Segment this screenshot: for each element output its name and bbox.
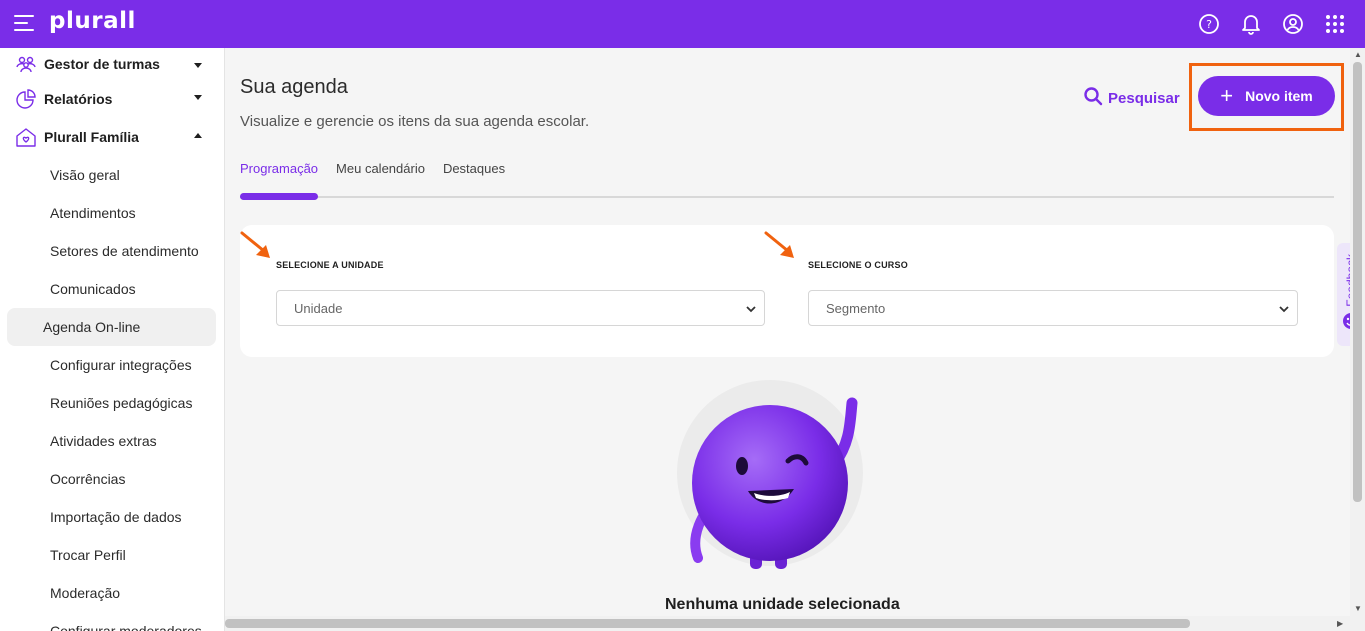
horizontal-scroll-thumb[interactable] bbox=[225, 619, 1190, 628]
bell-icon[interactable] bbox=[1239, 12, 1263, 36]
horizontal-scrollbar[interactable]: ▶ bbox=[225, 616, 1365, 631]
app-logo[interactable]: plurall bbox=[49, 8, 136, 34]
scroll-up-icon[interactable]: ▲ bbox=[1354, 50, 1362, 59]
tabs: Programação Meu calendário Destaques bbox=[240, 161, 505, 176]
empty-state-text: Nenhuma unidade selecionada bbox=[665, 596, 900, 613]
new-item-button[interactable]: + Novo item bbox=[1198, 76, 1335, 116]
top-icons: ? bbox=[1197, 12, 1347, 36]
unit-select-value: Unidade bbox=[294, 300, 343, 316]
sidebar-item-reunioes-pedagogicas[interactable]: Reuniões pedagógicas bbox=[7, 384, 216, 422]
tab-meu-calendario[interactable]: Meu calendário bbox=[336, 161, 425, 176]
chevron-down-icon bbox=[194, 63, 202, 68]
mascot-illustration bbox=[677, 380, 863, 569]
sidebar-item-agenda-on-line[interactable]: Agenda On-line bbox=[7, 308, 216, 346]
scroll-right-icon[interactable]: ▶ bbox=[1337, 619, 1343, 628]
sidebar-item-atividades-extras[interactable]: Atividades extras bbox=[7, 422, 216, 460]
chevron-down-icon bbox=[1279, 306, 1289, 313]
sidebar-item-atendimentos[interactable]: Atendimentos bbox=[7, 194, 216, 232]
main-content: Sua agenda Visualize e gerencie os itens… bbox=[225, 48, 1350, 616]
vertical-scrollbar[interactable]: ▲ ▼ bbox=[1350, 48, 1365, 616]
people-icon bbox=[15, 53, 37, 75]
annotation-arrow-icon bbox=[764, 231, 794, 258]
tab-programacao[interactable]: Programação bbox=[240, 161, 318, 176]
svg-text:?: ? bbox=[1206, 18, 1212, 31]
vertical-scroll-thumb[interactable] bbox=[1353, 62, 1362, 502]
tab-destaques[interactable]: Destaques bbox=[443, 161, 505, 176]
search-button[interactable]: Pesquisar bbox=[1083, 86, 1180, 110]
menu-icon[interactable] bbox=[14, 15, 34, 33]
new-item-label: Novo item bbox=[1245, 88, 1313, 104]
sidebar-item-trocar-perfil[interactable]: Trocar Perfil bbox=[7, 536, 216, 574]
help-icon[interactable]: ? bbox=[1197, 12, 1221, 36]
chevron-down-icon bbox=[746, 306, 756, 313]
chevron-down-icon bbox=[194, 95, 202, 100]
sidebar-group-label: Plurall Família bbox=[44, 129, 139, 145]
sidebar-group-label: Gestor de turmas bbox=[44, 56, 160, 72]
apps-grid-icon[interactable] bbox=[1323, 12, 1347, 36]
sidebar-item-moderacao[interactable]: Moderação bbox=[7, 574, 216, 612]
chevron-up-icon bbox=[194, 133, 202, 138]
sidebar-group-plurall-familia[interactable]: Plurall Família bbox=[0, 118, 224, 156]
sidebar-item-importacao-de-dados[interactable]: Importação de dados bbox=[7, 498, 216, 536]
sidebar: Gestor de turmas Relatórios Plurall Famí… bbox=[0, 48, 225, 631]
active-tab-indicator bbox=[240, 193, 318, 200]
unit-label: SELECIONE A UNIDADE bbox=[276, 260, 384, 270]
family-home-icon bbox=[15, 126, 37, 148]
plus-icon: + bbox=[1220, 83, 1234, 108]
sidebar-item-setores-de-atendimento[interactable]: Setores de atendimento bbox=[7, 232, 216, 270]
search-icon bbox=[1083, 86, 1103, 110]
sidebar-group-gestor-de-turmas[interactable]: Gestor de turmas bbox=[0, 48, 224, 80]
sidebar-item-configurar-moderadores[interactable]: Configurar moderadores bbox=[7, 612, 216, 631]
sidebar-item-comunicados[interactable]: Comunicados bbox=[7, 270, 216, 308]
chart-icon bbox=[15, 88, 37, 110]
page-title: Sua agenda bbox=[240, 76, 348, 98]
course-select[interactable]: Segmento bbox=[808, 290, 1298, 326]
sidebar-item-configurar-integracoes[interactable]: Configurar integrações bbox=[7, 346, 216, 384]
sidebar-group-relatorios[interactable]: Relatórios bbox=[0, 80, 224, 118]
page-subtitle: Visualize e gerencie os itens da sua age… bbox=[240, 113, 590, 130]
search-label: Pesquisar bbox=[1108, 89, 1180, 107]
sidebar-item-visao-geral[interactable]: Visão geral bbox=[7, 156, 216, 194]
filter-card: SELECIONE A UNIDADE Unidade SELECIONE O … bbox=[240, 225, 1334, 357]
user-icon[interactable] bbox=[1281, 12, 1305, 36]
unit-select[interactable]: Unidade bbox=[276, 290, 765, 326]
course-label: SELECIONE O CURSO bbox=[808, 260, 908, 270]
scroll-down-icon[interactable]: ▼ bbox=[1354, 604, 1362, 613]
course-select-value: Segmento bbox=[826, 300, 886, 316]
tab-divider bbox=[240, 196, 1334, 198]
sidebar-group-label: Relatórios bbox=[44, 91, 113, 107]
sidebar-item-ocorrencias[interactable]: Ocorrências bbox=[7, 460, 216, 498]
top-bar: plurall ? bbox=[0, 0, 1365, 48]
annotation-arrow-icon bbox=[240, 231, 270, 258]
